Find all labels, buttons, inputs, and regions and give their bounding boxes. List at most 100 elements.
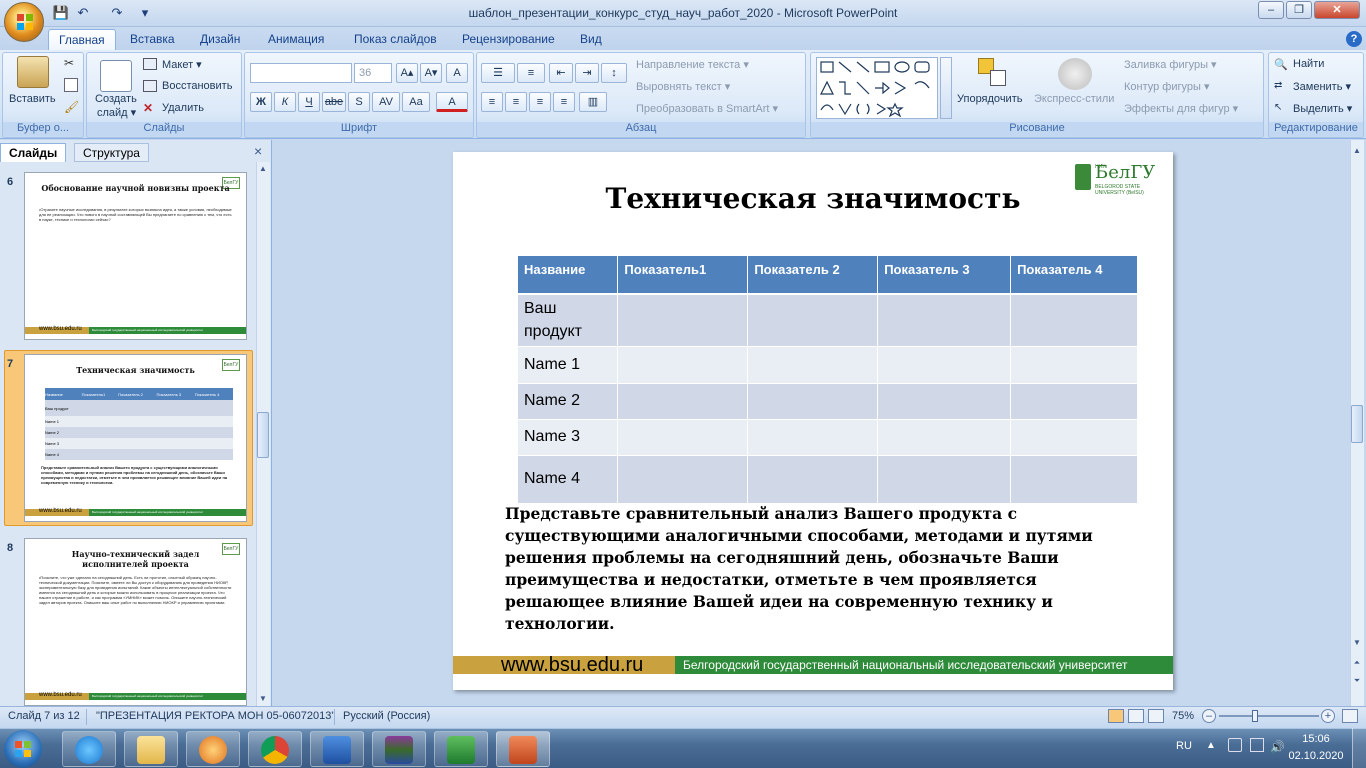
grow-font-button[interactable]: A▴ — [396, 63, 418, 83]
network-icon[interactable] — [1250, 738, 1264, 752]
taskbar-explorer[interactable] — [124, 731, 178, 767]
slide-canvas[interactable]: БелГУ НИУ BELGOROD STATE UNIVERSITY (Bel… — [453, 152, 1173, 690]
zoom-in-icon[interactable]: + — [1321, 709, 1335, 723]
align-left-button[interactable]: ≡ — [481, 92, 503, 112]
table-cell[interactable] — [877, 419, 1012, 456]
table-cell[interactable]: Name 1 — [518, 346, 619, 384]
table-cell[interactable] — [747, 383, 879, 420]
table-cell[interactable] — [747, 294, 879, 347]
table-header-cell[interactable]: Показатель1 — [617, 256, 749, 295]
table-cell[interactable] — [617, 455, 749, 504]
taskbar-word[interactable] — [310, 731, 364, 767]
taskbar-media[interactable] — [186, 731, 240, 767]
arrange-button[interactable]: Упорядочить — [957, 93, 1022, 105]
table-cell[interactable] — [1010, 455, 1138, 504]
tab-slides-panel[interactable]: Слайды — [0, 143, 67, 162]
smartart-button[interactable]: Преобразовать в SmartArt ▾ — [636, 102, 778, 115]
tab-outline-panel[interactable]: Структура — [74, 143, 149, 162]
clock-date[interactable]: 02.10.2020 — [1284, 750, 1348, 762]
table-cell[interactable] — [747, 419, 879, 456]
editor-scroll-down-icon[interactable]: ▼ — [1350, 636, 1364, 650]
maximize-button[interactable]: ❐ — [1286, 1, 1312, 19]
numbering-button[interactable]: ≡ — [517, 63, 545, 83]
scroll-down-arrow-icon[interactable]: ▼ — [256, 692, 270, 706]
slide-thumbnail-8[interactable]: БелГУ Научно-технический задел исполните… — [24, 538, 247, 706]
format-painter-icon[interactable]: 🖌 — [64, 100, 79, 114]
table-cell[interactable] — [747, 455, 879, 504]
zoom-slider-thumb[interactable] — [1252, 710, 1259, 722]
tab-review[interactable]: Рецензирование — [452, 29, 565, 50]
clear-format-button[interactable]: A — [446, 63, 468, 83]
close-panel-icon[interactable]: × — [254, 144, 268, 158]
table-cell[interactable] — [617, 294, 749, 347]
shadow-button[interactable]: S — [348, 92, 370, 112]
shape-outline-button[interactable]: Контур фигуры ▾ — [1124, 80, 1210, 93]
new-slide-icon[interactable] — [100, 60, 132, 92]
table-cell[interactable] — [1010, 419, 1138, 456]
close-button[interactable]: ✕ — [1314, 1, 1360, 19]
table-header-cell[interactable]: Показатель 2 — [747, 256, 879, 295]
paste-icon[interactable] — [17, 56, 49, 88]
underline-button[interactable]: Ч — [298, 92, 320, 112]
tab-design[interactable]: Дизайн — [190, 29, 250, 50]
new-slide-dropdown[interactable]: слайд ▾ — [97, 106, 136, 119]
tab-view[interactable]: Вид — [570, 29, 612, 50]
comparison-table[interactable]: Название Показатель1 Показатель 2 Показа… — [518, 256, 1138, 504]
slideshow-view-icon[interactable] — [1148, 709, 1164, 723]
text-direction-button[interactable]: Направление текста ▾ — [636, 58, 749, 71]
increase-indent-button[interactable]: ⇥ — [575, 63, 599, 83]
table-cell[interactable] — [1010, 294, 1138, 347]
taskbar-ie[interactable] — [62, 731, 116, 767]
shape-fill-button[interactable]: Заливка фигуры ▾ — [1124, 58, 1217, 71]
columns-button[interactable]: ▥ — [579, 92, 607, 112]
tab-animation[interactable]: Анимация — [258, 29, 334, 50]
table-cell[interactable] — [747, 346, 879, 384]
volume-icon[interactable]: 🔊 — [1270, 740, 1285, 754]
slide-thumbnail-6[interactable]: БелГУ Обоснование научной новизны проект… — [24, 172, 247, 340]
help-icon[interactable]: ? — [1346, 31, 1362, 47]
table-cell[interactable] — [877, 383, 1012, 420]
font-size-combo[interactable]: 36 — [354, 63, 392, 83]
table-cell[interactable] — [617, 419, 749, 456]
table-header-cell[interactable]: Показатель 4 — [1010, 256, 1138, 295]
zoom-slider[interactable] — [1219, 715, 1319, 717]
align-right-button[interactable]: ≡ — [529, 92, 551, 112]
shapes-more-button[interactable] — [940, 57, 952, 119]
find-button[interactable]: Найти — [1293, 58, 1324, 70]
editor-scroll-up-icon[interactable]: ▲ — [1350, 144, 1364, 158]
taskbar-powerpoint[interactable] — [496, 731, 550, 767]
tab-home[interactable]: Главная — [48, 29, 116, 50]
decrease-indent-button[interactable]: ⇤ — [549, 63, 573, 83]
show-desktop-button[interactable] — [1352, 728, 1366, 768]
prev-slide-icon[interactable]: ⏶ — [1350, 656, 1364, 670]
replace-button[interactable]: Заменить ▾ — [1293, 80, 1351, 93]
bullets-button[interactable]: ☰ — [481, 63, 515, 83]
justify-button[interactable]: ≡ — [553, 92, 575, 112]
table-cell[interactable] — [1010, 383, 1138, 420]
theme-name[interactable]: "ПРЕЗЕНТАЦИЯ РЕКТОРА МОН 05-06072013" — [96, 710, 335, 722]
fit-to-window-icon[interactable] — [1342, 709, 1358, 723]
shape-effects-button[interactable]: Эффекты для фигур ▾ — [1124, 102, 1238, 115]
layout-button[interactable]: Макет ▾ — [162, 58, 202, 71]
strikethrough-button[interactable]: abe — [322, 92, 346, 112]
keyboard-language[interactable]: RU — [1176, 740, 1192, 752]
table-cell[interactable] — [877, 455, 1012, 504]
minimize-button[interactable]: – — [1258, 1, 1284, 19]
align-text-button[interactable]: Выровнять текст ▾ — [636, 80, 730, 93]
taskbar-excel[interactable] — [434, 731, 488, 767]
slide-thumbnail-7[interactable]: БелГУ Техническая значимость Название По… — [24, 354, 247, 522]
tab-slideshow[interactable]: Показ слайдов — [344, 29, 447, 50]
font-name-combo[interactable] — [250, 63, 352, 83]
table-cell[interactable] — [877, 294, 1012, 347]
table-cell[interactable] — [617, 346, 749, 384]
zoom-out-icon[interactable]: – — [1202, 709, 1216, 723]
line-spacing-button[interactable]: ↕ — [601, 63, 627, 83]
start-button[interactable] — [4, 730, 42, 768]
clock-time[interactable]: 15:06 — [1288, 733, 1344, 745]
shapes-gallery[interactable] — [816, 57, 938, 119]
language-indicator[interactable]: Русский (Россия) — [343, 710, 430, 722]
table-cell[interactable]: Name 4 — [518, 455, 619, 504]
italic-button[interactable]: К — [274, 92, 296, 112]
next-slide-icon[interactable]: ⏷ — [1350, 674, 1364, 688]
copy-icon[interactable] — [64, 78, 78, 92]
